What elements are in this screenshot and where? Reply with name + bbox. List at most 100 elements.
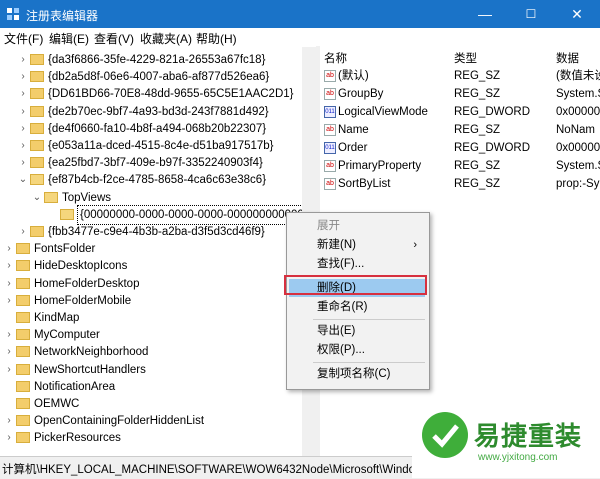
expand-arrow-icon[interactable]: › [18, 137, 28, 155]
value-type: REG_SZ [454, 124, 501, 136]
folder-icon [30, 140, 44, 151]
folder-icon [30, 71, 44, 83]
expand-arrow-icon[interactable]: › [18, 154, 28, 172]
tree-item-label: {de2b70ec-9bf7-4a93-bd3d-243f7881d492} [48, 105, 269, 118]
folder-icon [16, 329, 30, 341]
menu-item-copy-key-name[interactable]: 复制项名称(C) [289, 365, 425, 383]
column-header-name[interactable]: 名称 [324, 50, 347, 66]
expand-arrow-icon[interactable]: › [18, 103, 28, 121]
folder-icon [16, 363, 30, 375]
folder-icon [30, 226, 44, 237]
value-data: 0x00000 [556, 142, 600, 154]
column-header-type[interactable]: 类型 [454, 50, 477, 66]
collapse-arrow-icon[interactable]: ⌄ [18, 171, 28, 189]
expand-arrow-icon[interactable]: › [18, 68, 28, 86]
expand-arrow-icon[interactable]: › [4, 326, 14, 344]
expand-arrow-icon[interactable]: › [18, 51, 28, 69]
tree-item-label: {db2a5d8f-06e6-4007-aba6-af877d526ea6} [48, 71, 270, 84]
expand-arrow-icon[interactable]: › [4, 257, 14, 275]
expand-arrow-icon[interactable]: › [18, 120, 28, 138]
value-name: Name [338, 124, 369, 136]
minimize-button[interactable]: — [462, 0, 508, 28]
string-value-icon: ab [324, 160, 336, 172]
close-button[interactable]: ✕ [554, 0, 600, 28]
menu-view[interactable]: 查看(V) [94, 30, 134, 47]
registry-tree[interactable]: › {da3f6866-35fe-4229-821a-26553a67fc18} ›… [0, 47, 316, 456]
menu-item-expand[interactable]: 展开 [289, 217, 425, 235]
menu-file[interactable]: 文件(F) [4, 30, 43, 47]
tree-item-label: NewShortcutHandlers [34, 363, 146, 376]
status-path: 计算机\HKEY_LOCAL_MACHINE\SOFTWARE\WOW6432N… [2, 464, 441, 476]
value-data: NoNam [556, 124, 595, 136]
menu-item-export[interactable]: 导出(E) [289, 322, 425, 340]
value-row[interactable]: abGroupBy REG_SZ System.S [320, 85, 600, 103]
menu-item-new[interactable]: 新建(N) › [289, 236, 425, 254]
expand-arrow-icon[interactable]: › [4, 343, 14, 361]
value-type: REG_DWORD [454, 142, 531, 154]
folder-icon [30, 105, 44, 117]
menu-item-rename[interactable]: 重命名(R) [289, 298, 425, 316]
value-type: REG_SZ [454, 160, 501, 172]
tree-item-label: KindMap [34, 312, 80, 324]
value-row[interactable]: 011 LogicalViewMode REG_DWORD 0x00000 [320, 103, 600, 121]
value-name: GroupBy [338, 88, 384, 100]
value-data: System.S [556, 88, 600, 100]
menu-help[interactable]: 帮助(H) [196, 30, 237, 47]
string-value-icon: ab [324, 124, 336, 136]
expand-arrow-icon[interactable]: › [4, 275, 14, 293]
value-name: Order [338, 142, 368, 154]
value-row[interactable]: 011 Order REG_DWORD 0x00000 [320, 139, 600, 157]
tree-item-label: TopViews [62, 191, 112, 204]
folder-icon [60, 208, 74, 220]
value-data: System.S [556, 160, 600, 172]
menu-separator [313, 319, 425, 320]
expand-arrow-icon[interactable]: › [18, 85, 28, 103]
tree-item-label: HideDesktopIcons [34, 260, 128, 273]
expand-arrow-icon[interactable]: › [4, 240, 14, 258]
collapse-arrow-icon[interactable]: ⌄ [32, 189, 42, 207]
folder-icon [16, 294, 30, 306]
value-row[interactable]: ab SortByList REG_SZ prop:-Sy [320, 175, 600, 193]
value-row[interactable]: abPrimaryProperty REG_SZ System.S [320, 157, 600, 175]
menu-favorites[interactable]: 收藏夹(A) [140, 30, 192, 47]
tree-item-label: FontsFolder [34, 243, 96, 256]
menu-item-find[interactable]: 查找(F)... [289, 255, 425, 273]
value-type: REG_SZ [454, 178, 501, 190]
folder-icon [16, 277, 30, 289]
tree-item-label: {e053a11a-dced-4515-8c4e-d51ba917517b} [48, 140, 274, 152]
value-data: (数值未设 [556, 70, 600, 82]
menu-item-permissions[interactable]: 权限(P)... [289, 341, 425, 359]
tree-item-label: PickerResources [34, 432, 121, 445]
value-name: PrimaryProperty [338, 160, 422, 172]
folder-icon [16, 398, 30, 409]
maximize-button[interactable]: ☐ [508, 0, 554, 28]
tree-item-label: {ef87b4cb-f2ce-4785-8658-4ca6c63e38c6} [48, 174, 267, 187]
logo-check-icon [422, 412, 468, 458]
value-row[interactable]: ab Name REG_SZ NoNam [320, 121, 600, 139]
binary-value-icon: 011 [324, 142, 336, 154]
tree-item-label: OEMWC [34, 398, 80, 410]
menu-separator [313, 362, 425, 363]
folder-icon [16, 260, 30, 272]
expand-arrow-icon[interactable]: › [4, 429, 14, 447]
value-type: REG_DWORD [454, 106, 531, 118]
folder-icon [30, 54, 44, 65]
folder-icon [30, 122, 44, 134]
logo-url: www.yjxitong.com [478, 452, 558, 463]
column-header-data[interactable]: 数据 [556, 50, 579, 66]
binary-value-icon: 011 [324, 106, 336, 118]
menu-edit[interactable]: 编辑(E) [49, 30, 89, 47]
value-name: LogicalViewMode [338, 106, 428, 118]
tree-item-label: {da3f6866-35fe-4229-821a-26553a67fc18} [48, 54, 266, 66]
folder-icon [16, 415, 30, 427]
expand-arrow-icon[interactable]: › [4, 412, 14, 430]
value-name: SortByList [338, 178, 391, 190]
folder-icon [16, 346, 30, 358]
value-row[interactable]: ab(默认) REG_SZ (数值未设 [320, 67, 600, 85]
expand-arrow-icon[interactable]: › [18, 223, 28, 241]
folder-icon [16, 243, 30, 255]
expand-arrow-icon[interactable]: › [4, 292, 14, 310]
value-data: 0x00000 [556, 106, 600, 118]
expand-arrow-icon[interactable]: › [4, 361, 14, 379]
logo-text: 易捷重装 [474, 421, 583, 451]
